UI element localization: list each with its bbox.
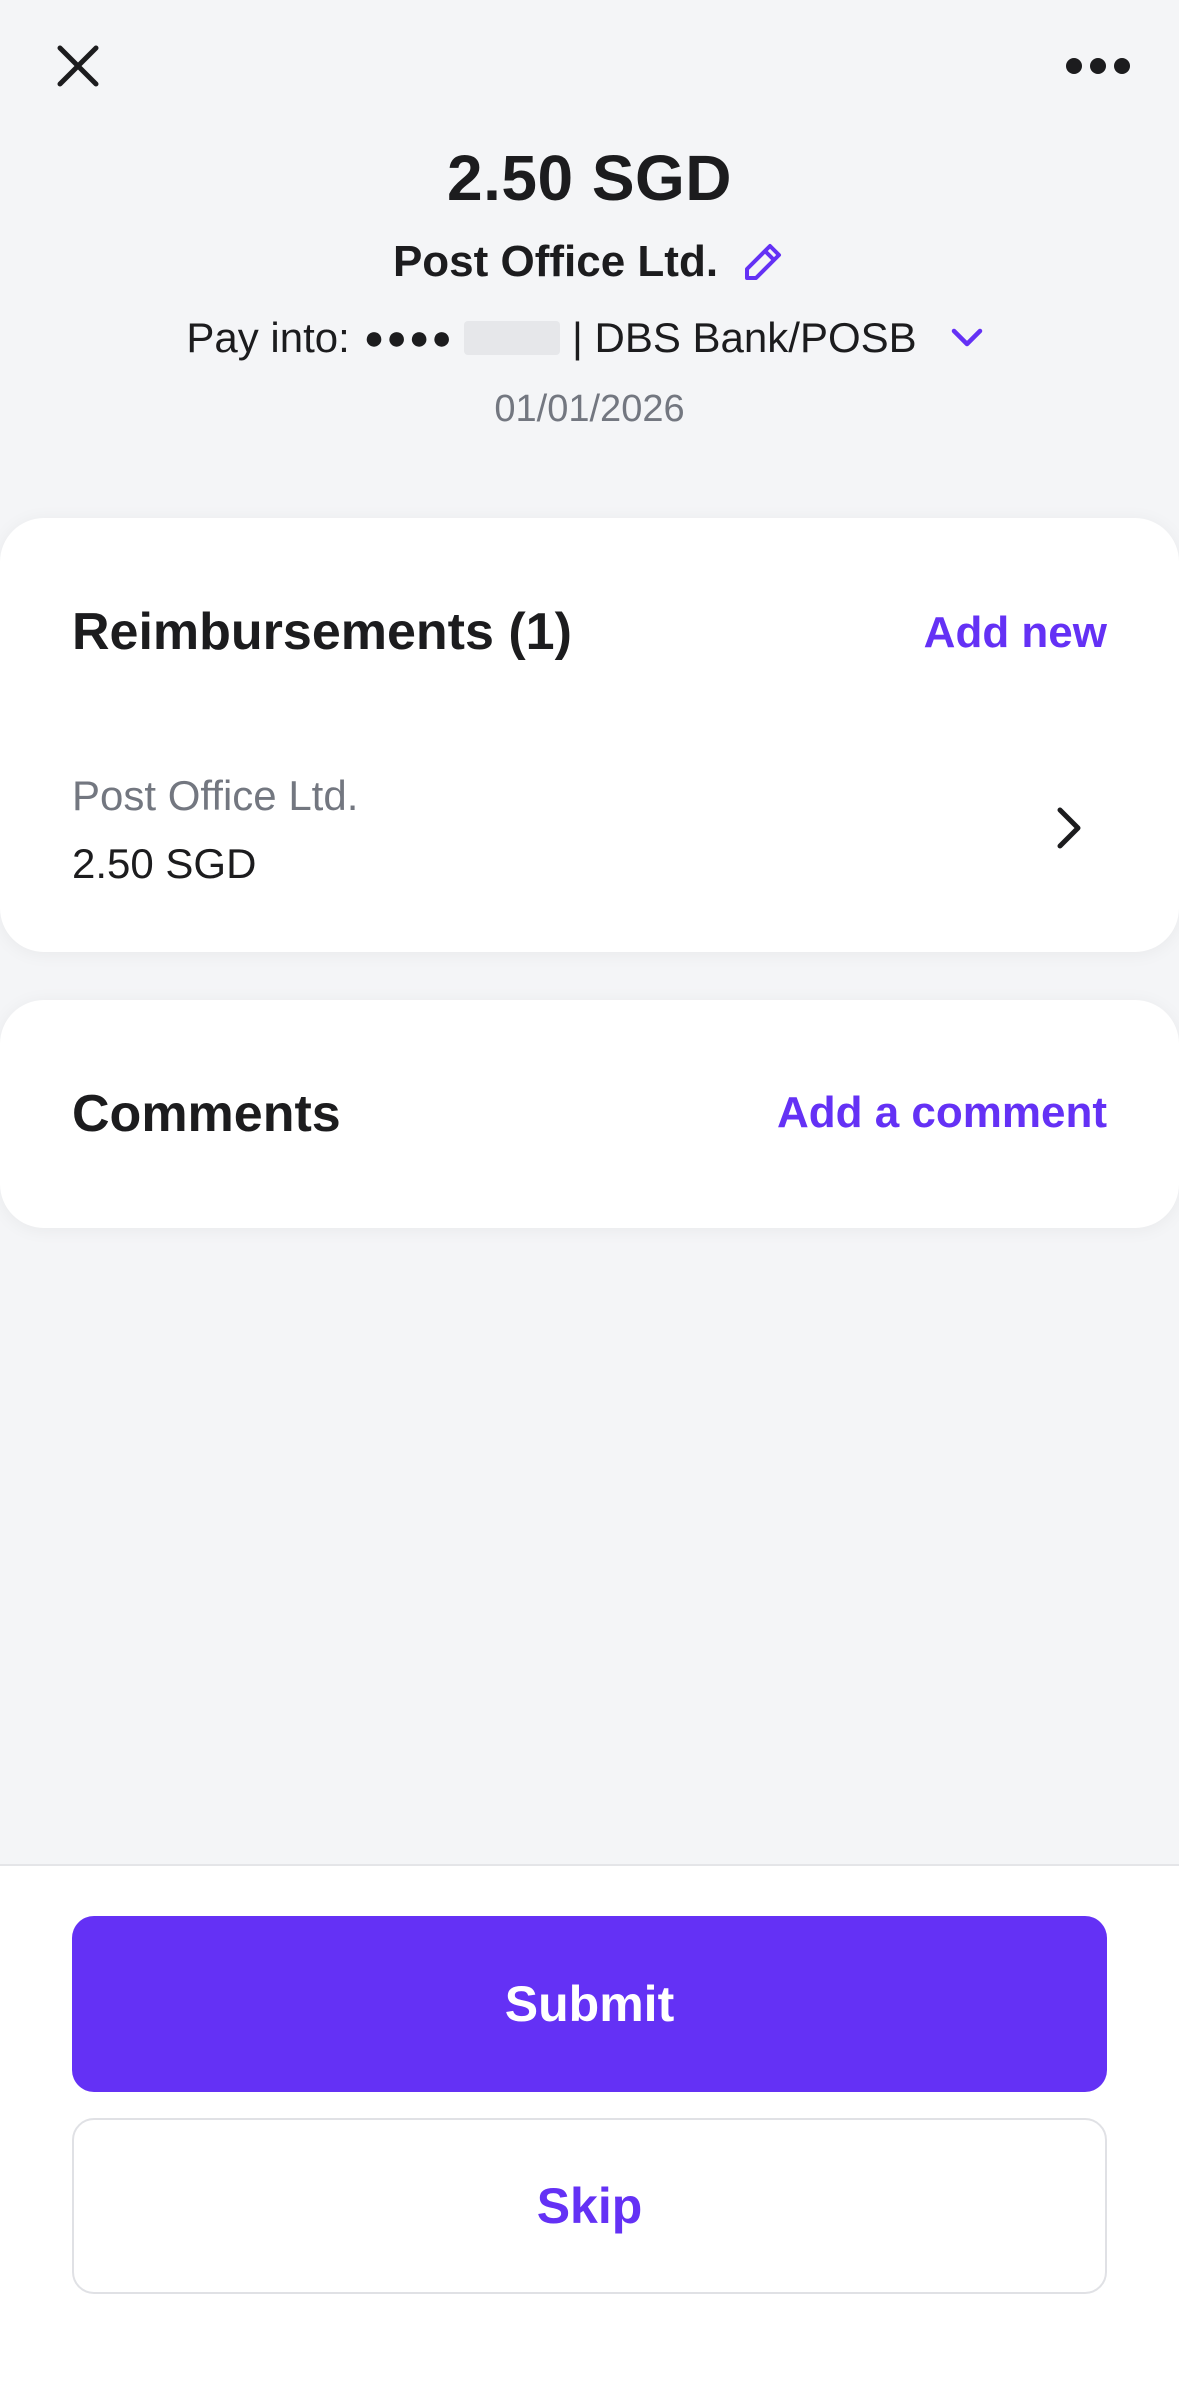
account-number-masked: ●●●● <box>363 318 454 357</box>
merchant-name: Post Office Ltd. <box>392 237 719 286</box>
reimbursement-list-item[interactable]: Post Office Ltd. 2.50 SGD <box>0 738 1179 888</box>
pay-into-dropdown-toggle[interactable] <box>941 312 993 364</box>
add-comment-button[interactable]: Add a comment <box>777 1088 1107 1138</box>
pay-into-label: Pay into: <box>186 314 350 361</box>
transaction-date: 01/01/2026 <box>494 388 685 430</box>
top-bar <box>0 0 1179 135</box>
transaction-amount: 2.50 SGD <box>446 142 733 214</box>
close-icon <box>57 45 99 87</box>
add-new-reimbursement-button[interactable]: Add new <box>924 608 1107 658</box>
reimbursement-amount: 2.50 SGD <box>72 840 257 887</box>
merchant-row: Post Office Ltd. <box>0 229 1179 295</box>
comments-title: Comments <box>72 1085 341 1143</box>
edit-merchant-button[interactable] <box>740 239 786 285</box>
transaction-header: 2.50 SGD Post Office Ltd. Pay into: ●●●●… <box>0 135 1179 437</box>
more-horizontal-icon <box>1066 58 1130 74</box>
skip-button[interactable]: Skip <box>72 2118 1107 2294</box>
comments-card: Comments Add a comment <box>0 1000 1179 1228</box>
account-number-redacted <box>463 321 560 355</box>
pay-into-selector[interactable]: Pay into: ●●●● | DBS Bank/POSB <box>0 305 1179 371</box>
bank-name: | DBS Bank/POSB <box>571 314 917 361</box>
pencil-icon <box>745 244 782 280</box>
more-options-button[interactable] <box>1053 28 1143 104</box>
bottom-action-panel: Submit Skip <box>0 1864 1179 2396</box>
submit-button[interactable]: Submit <box>72 1916 1107 2092</box>
chevron-right-icon <box>1049 796 1089 860</box>
chevron-down-icon <box>951 328 982 347</box>
reimbursements-title: Reimbursements (1) <box>72 603 572 661</box>
close-button[interactable] <box>40 28 116 104</box>
reimbursements-card: Reimbursements (1) Add new Post Office L… <box>0 518 1179 952</box>
reimbursement-merchant: Post Office Ltd. <box>72 772 359 819</box>
